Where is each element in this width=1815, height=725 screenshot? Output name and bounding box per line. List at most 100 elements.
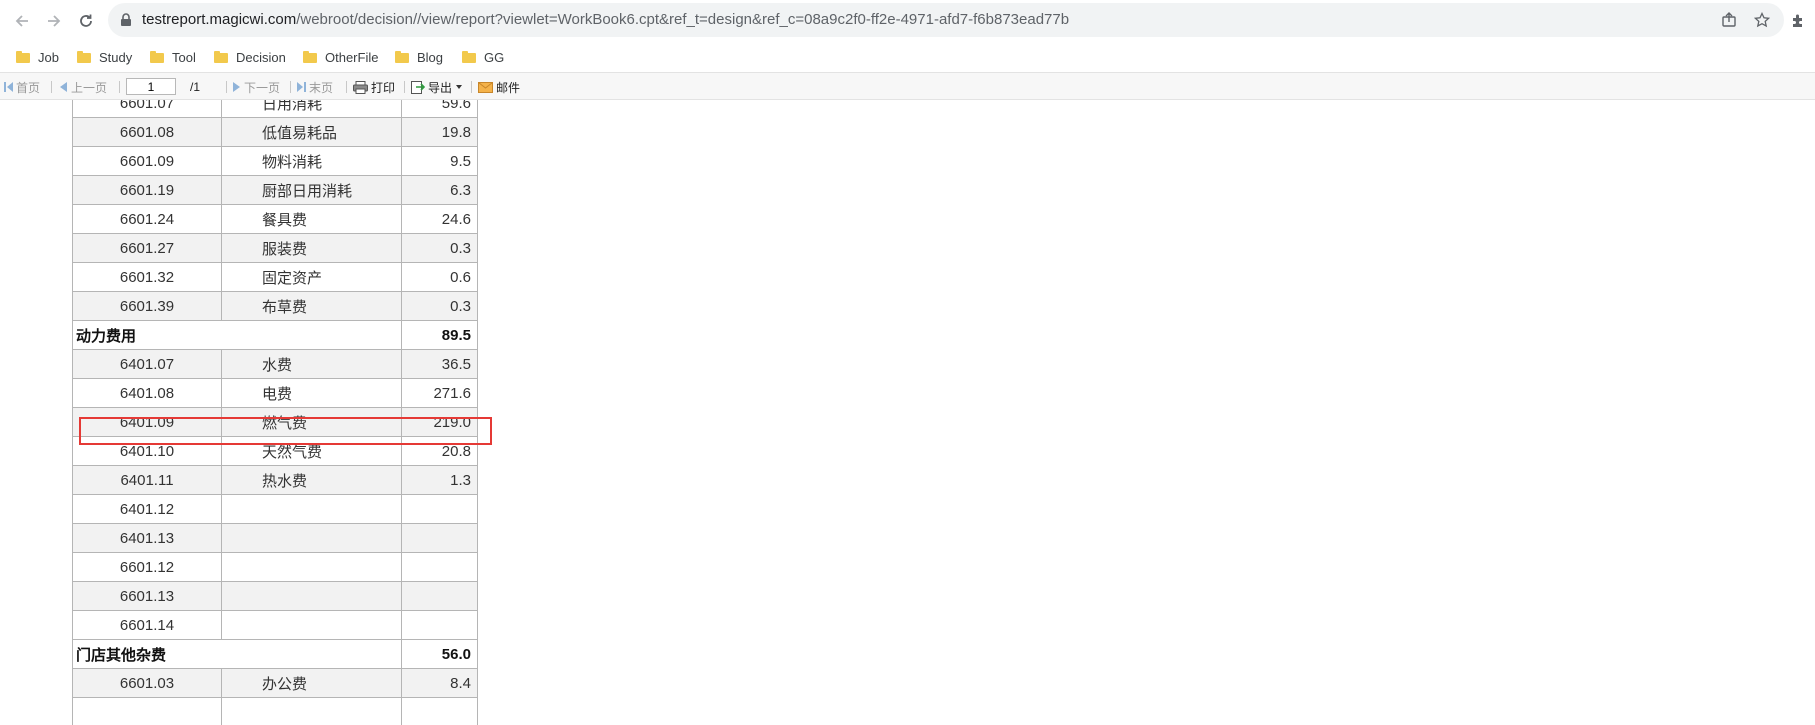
amount-cell: 9.5 xyxy=(401,146,478,176)
share-icon[interactable] xyxy=(1720,11,1738,29)
amount-cell: 1.3 xyxy=(401,465,478,495)
item-name-cell: 天然气费 xyxy=(221,436,402,466)
bookmark-study[interactable]: Study xyxy=(77,47,132,67)
bookmark-job[interactable]: Job xyxy=(16,47,59,67)
url-host: testreport.magicwi.com xyxy=(142,11,297,28)
table-row: 6601.24 餐具费 24.6 xyxy=(72,204,478,234)
amount-cell: 59.6 xyxy=(401,100,478,118)
first-page-button[interactable]: 首页 xyxy=(4,79,40,95)
account-code-cell: 6601.39 xyxy=(72,291,222,321)
item-name-cell: 办公费 xyxy=(221,668,402,698)
back-arrow-icon[interactable] xyxy=(10,9,34,33)
bookmark-label: Blog xyxy=(417,49,444,65)
url-path: /webroot/decision//view/report?viewlet=W… xyxy=(296,11,1070,28)
account-code-cell: 6401.08 xyxy=(72,378,222,408)
bookmark-otherfile[interactable]: OtherFile xyxy=(303,47,378,67)
report-viewport: 6601.07 日用消耗 59.6 6601.08 低值易耗品 19.8 6601.09 物料… xyxy=(72,100,478,725)
amount-cell: 24.6 xyxy=(401,204,478,234)
export-label: 导出 xyxy=(428,80,453,95)
account-code-cell xyxy=(72,697,222,725)
prev-page-label: 上一页 xyxy=(71,80,108,95)
amount-cell: 0.3 xyxy=(401,291,478,321)
table-row: 6601.19 厨部日用消耗 6.3 xyxy=(72,175,478,205)
account-code-cell: 6401.07 xyxy=(72,349,222,379)
lock-icon[interactable] xyxy=(120,13,132,32)
toolbar-divider xyxy=(346,81,347,93)
bookmark-label: OtherFile xyxy=(325,49,379,65)
item-name-cell: 日用消耗 xyxy=(221,100,402,118)
account-code-cell: 6401.10 xyxy=(72,436,222,466)
folder-icon xyxy=(462,51,476,63)
table-row: 6401.12 xyxy=(72,494,478,524)
item-name-cell: 热水费 xyxy=(221,465,402,495)
last-page-button[interactable]: 末页 xyxy=(297,79,333,95)
bookmark-blog[interactable]: Blog xyxy=(395,47,443,67)
page-total-label: /1 xyxy=(190,80,201,94)
amount-cell: 19.8 xyxy=(401,117,478,147)
bookmark-label: Job xyxy=(38,49,59,65)
table-row: 6601.14 xyxy=(72,610,478,640)
item-name-cell xyxy=(221,552,402,582)
toolbar-divider xyxy=(290,81,291,93)
item-name-cell: 水费 xyxy=(221,349,402,379)
mail-button[interactable]: 邮件 xyxy=(478,79,520,95)
item-name-cell: 物料消耗 xyxy=(221,146,402,176)
next-page-button[interactable]: 下一页 xyxy=(233,79,280,95)
table-row: 6401.11 热水费 1.3 xyxy=(72,465,478,495)
table-row-highlighted: 6401.09 燃气费 219.0 xyxy=(72,407,478,437)
account-code-cell: 6601.03 xyxy=(72,668,222,698)
item-name-cell xyxy=(221,523,402,553)
print-label: 打印 xyxy=(371,80,396,95)
bookmark-gg[interactable]: GG xyxy=(462,47,504,67)
amount-cell: 8.4 xyxy=(401,668,478,698)
page-number-input[interactable] xyxy=(126,78,176,95)
extensions-icon[interactable] xyxy=(1786,9,1810,33)
table-row: 6601.32 固定资产 0.6 xyxy=(72,262,478,292)
group-row: 动力费用 89.5 xyxy=(72,320,478,350)
table-row: 6601.13 xyxy=(72,581,478,611)
export-icon xyxy=(411,80,425,94)
account-code-cell: 6601.13 xyxy=(72,581,222,611)
amount-cell xyxy=(401,494,478,524)
url-text[interactable]: testreport.magicwi.com/webroot/decision/… xyxy=(142,11,1069,28)
reload-icon[interactable] xyxy=(74,9,98,33)
table-row: 6401.13 xyxy=(72,523,478,553)
folder-icon xyxy=(395,51,409,63)
amount-cell: 20.8 xyxy=(401,436,478,466)
account-code-cell: 6601.24 xyxy=(72,204,222,234)
forward-arrow-icon[interactable] xyxy=(42,9,66,33)
amount-cell: 6.3 xyxy=(401,175,478,205)
bookmark-star-icon[interactable] xyxy=(1753,11,1771,29)
table-row: 6601.08 低值易耗品 19.8 xyxy=(72,117,478,147)
table-row: 6601.07 日用消耗 59.6 xyxy=(72,100,478,118)
printer-icon xyxy=(353,80,368,94)
amount-cell xyxy=(401,581,478,611)
item-name-cell: 电费 xyxy=(221,378,402,408)
account-code-cell: 6401.11 xyxy=(72,465,222,495)
toolbar-divider xyxy=(119,81,120,93)
mail-icon xyxy=(478,81,493,93)
toolbar-divider xyxy=(51,81,52,93)
account-code-cell: 6601.08 xyxy=(72,117,222,147)
item-name-cell: 餐具费 xyxy=(221,204,402,234)
next-page-label: 下一页 xyxy=(244,80,281,95)
bookmark-label: GG xyxy=(484,49,505,65)
bookmark-decision[interactable]: Decision xyxy=(214,47,286,67)
first-page-icon xyxy=(4,82,13,92)
first-page-label: 首页 xyxy=(16,80,41,95)
bookmark-tool[interactable]: Tool xyxy=(150,47,196,67)
amount-cell: 271.6 xyxy=(401,378,478,408)
account-code-cell: 6601.32 xyxy=(72,262,222,292)
export-button[interactable]: 导出 xyxy=(411,79,463,95)
amount-cell: 219.0 xyxy=(401,407,478,437)
amount-cell: 36.5 xyxy=(401,349,478,379)
amount-cell xyxy=(401,552,478,582)
toolbar-divider xyxy=(404,81,405,93)
dropdown-caret-icon xyxy=(456,85,463,89)
prev-page-button[interactable]: 上一页 xyxy=(60,79,107,95)
table-row: 6401.07 水费 36.5 xyxy=(72,349,478,379)
last-page-icon xyxy=(297,82,306,92)
url-bar[interactable]: testreport.magicwi.com/webroot/decision/… xyxy=(108,3,1784,37)
account-code-cell: 6601.12 xyxy=(72,552,222,582)
print-button[interactable]: 打印 xyxy=(353,79,395,95)
